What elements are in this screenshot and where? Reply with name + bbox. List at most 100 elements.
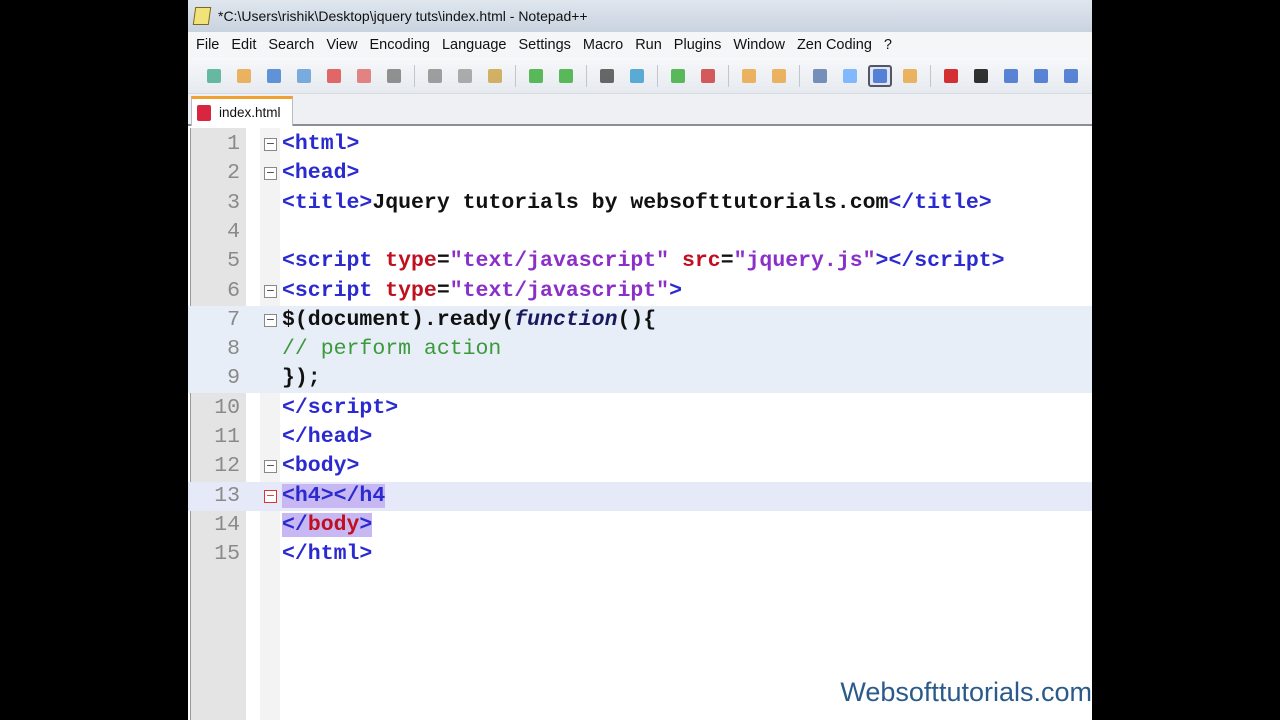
menu-file[interactable]: File xyxy=(190,37,225,53)
line-number: 1 xyxy=(227,132,240,156)
menu-language[interactable]: Language xyxy=(436,37,513,53)
notepadpp-window: *C:\Users\rishik\Desktop\jquery tuts\ind… xyxy=(188,0,1092,720)
stop-icon[interactable] xyxy=(969,65,993,87)
menu-search[interactable]: Search xyxy=(262,37,320,53)
toolbar-separator xyxy=(657,64,658,87)
code-text: <h4></h4 xyxy=(282,482,386,511)
code-token: <html> xyxy=(282,132,360,156)
play-multi-icon[interactable] xyxy=(1029,65,1053,87)
code-text: </body> xyxy=(282,511,373,540)
fold-toggle-icon[interactable]: − xyxy=(264,460,277,474)
show-all-icon[interactable] xyxy=(838,65,862,87)
line-number: 5 xyxy=(227,249,240,274)
menu-help[interactable]: ? xyxy=(878,37,898,53)
code-line[interactable]: 8 // perform action xyxy=(188,335,1092,365)
wrap-icon[interactable] xyxy=(808,65,832,87)
code-token: src xyxy=(681,249,721,274)
close-icon[interactable] xyxy=(322,65,346,87)
play-icon[interactable] xyxy=(999,65,1023,87)
unsaved-file-icon xyxy=(197,104,211,121)
code-line[interactable]: 11 </head> xyxy=(188,423,1092,452)
sync-h-icon[interactable] xyxy=(767,65,791,87)
code-line[interactable]: 4 xyxy=(188,218,1092,247)
indent-guide-icon[interactable] xyxy=(868,64,892,87)
fold-toggle-icon[interactable]: − xyxy=(264,489,277,503)
code-line[interactable]: 9}); xyxy=(188,364,1092,394)
code-line[interactable]: 13 − <h4></h4 xyxy=(188,481,1092,511)
menu-view[interactable]: View xyxy=(320,37,363,53)
menu-edit[interactable]: Edit xyxy=(225,37,262,53)
paste-icon[interactable] xyxy=(483,65,507,87)
zoom-in-icon[interactable] xyxy=(666,65,690,87)
code-text: }); xyxy=(282,364,321,393)
window-title: *C:\Users\rishik\Desktop\jquery tuts\ind… xyxy=(218,8,588,24)
open-icon[interactable] xyxy=(232,65,256,87)
menu-macro[interactable]: Macro xyxy=(577,37,629,53)
code-editor[interactable]: 1− <html> 2− <head> 3 <title>Jquery tutorials… xyxy=(188,128,1092,720)
sync-v-icon[interactable] xyxy=(737,65,761,87)
redo-icon[interactable] xyxy=(554,65,578,87)
replace-icon[interactable] xyxy=(625,65,649,87)
code-token: <head> xyxy=(282,161,360,186)
fold-toggle-icon[interactable]: − xyxy=(264,284,277,298)
code-line[interactable]: 2 − <head> xyxy=(188,159,1092,188)
save-macro-icon[interactable] xyxy=(1059,65,1083,87)
watermark: Websofttutorials.com xyxy=(840,677,1092,707)
code-line[interactable]: 1 − <html> xyxy=(188,130,1092,159)
line-number: 11 xyxy=(214,425,240,449)
new-file-icon[interactable] xyxy=(202,65,226,87)
code-token: "text/javascript" xyxy=(449,249,670,274)
tab-label: index.html xyxy=(219,105,281,120)
menu-encoding[interactable]: Encoding xyxy=(364,37,436,53)
code-line[interactable]: 15 </html> xyxy=(188,540,1092,569)
cut-icon[interactable] xyxy=(423,65,447,87)
udl-icon[interactable] xyxy=(898,65,922,87)
code-line[interactable]: 6 − <script type="text/javascript"> xyxy=(188,277,1092,306)
record-icon[interactable] xyxy=(939,65,963,87)
code-token: body xyxy=(307,512,360,537)
toolbar-separator xyxy=(586,64,587,87)
code-token: function xyxy=(514,307,618,332)
menu-bar: File Edit Search View Encoding Language Settin… xyxy=(188,32,1092,58)
code-line[interactable]: 5 <script type="text/javascript" src="jqu… xyxy=(188,247,1092,276)
code-line[interactable]: 10 </script> xyxy=(188,394,1092,423)
notepad-app-icon xyxy=(192,7,212,25)
code-line[interactable]: 12 − <body> xyxy=(188,452,1092,481)
code-token: "jquery.js" xyxy=(733,249,876,274)
menu-window[interactable]: Window xyxy=(727,37,791,53)
code-token: // perform action xyxy=(282,337,502,362)
fold-toggle-icon[interactable]: − xyxy=(264,313,277,327)
line-number: 10 xyxy=(214,395,240,420)
tab-index-html[interactable]: index.html xyxy=(191,96,293,126)
find-icon[interactable] xyxy=(595,65,619,87)
code-token: type xyxy=(385,249,437,274)
code-line[interactable]: 3 <title>Jquery tutorials by websofttutor… xyxy=(188,189,1092,218)
menu-plugins[interactable]: Plugins xyxy=(668,37,728,53)
close-all-icon[interactable] xyxy=(352,65,376,87)
line-number: 6 xyxy=(227,278,240,303)
fold-toggle-icon[interactable]: − xyxy=(264,138,277,151)
menu-settings[interactable]: Settings xyxy=(512,37,576,53)
code-text: <head> xyxy=(282,159,359,188)
line-number: 15 xyxy=(214,542,240,567)
code-token: ></script> xyxy=(875,249,1005,274)
menu-run[interactable]: Run xyxy=(629,37,668,53)
menu-zen-coding[interactable]: Zen Coding xyxy=(791,37,878,53)
zoom-out-icon[interactable] xyxy=(696,65,720,87)
code-text: <script type="text/javascript" src="jque… xyxy=(282,247,1005,276)
fold-toggle-icon[interactable]: − xyxy=(264,167,277,181)
save-icon[interactable] xyxy=(262,65,286,87)
code-text: $(document).ready(function(){ xyxy=(282,306,656,335)
undo-icon[interactable] xyxy=(524,65,548,87)
line-number: 3 xyxy=(227,190,240,215)
code-line[interactable]: 14 </body> xyxy=(188,511,1092,540)
save-all-icon[interactable] xyxy=(292,65,316,87)
toolbar-separator xyxy=(515,64,516,87)
code-token: </ xyxy=(282,512,308,537)
toolbar-separator xyxy=(930,64,931,87)
code-token: <script xyxy=(282,249,386,274)
print-icon[interactable] xyxy=(382,65,406,87)
code-line[interactable]: 7 − $(document).ready(function(){ xyxy=(188,305,1092,335)
copy-icon[interactable] xyxy=(453,65,477,87)
